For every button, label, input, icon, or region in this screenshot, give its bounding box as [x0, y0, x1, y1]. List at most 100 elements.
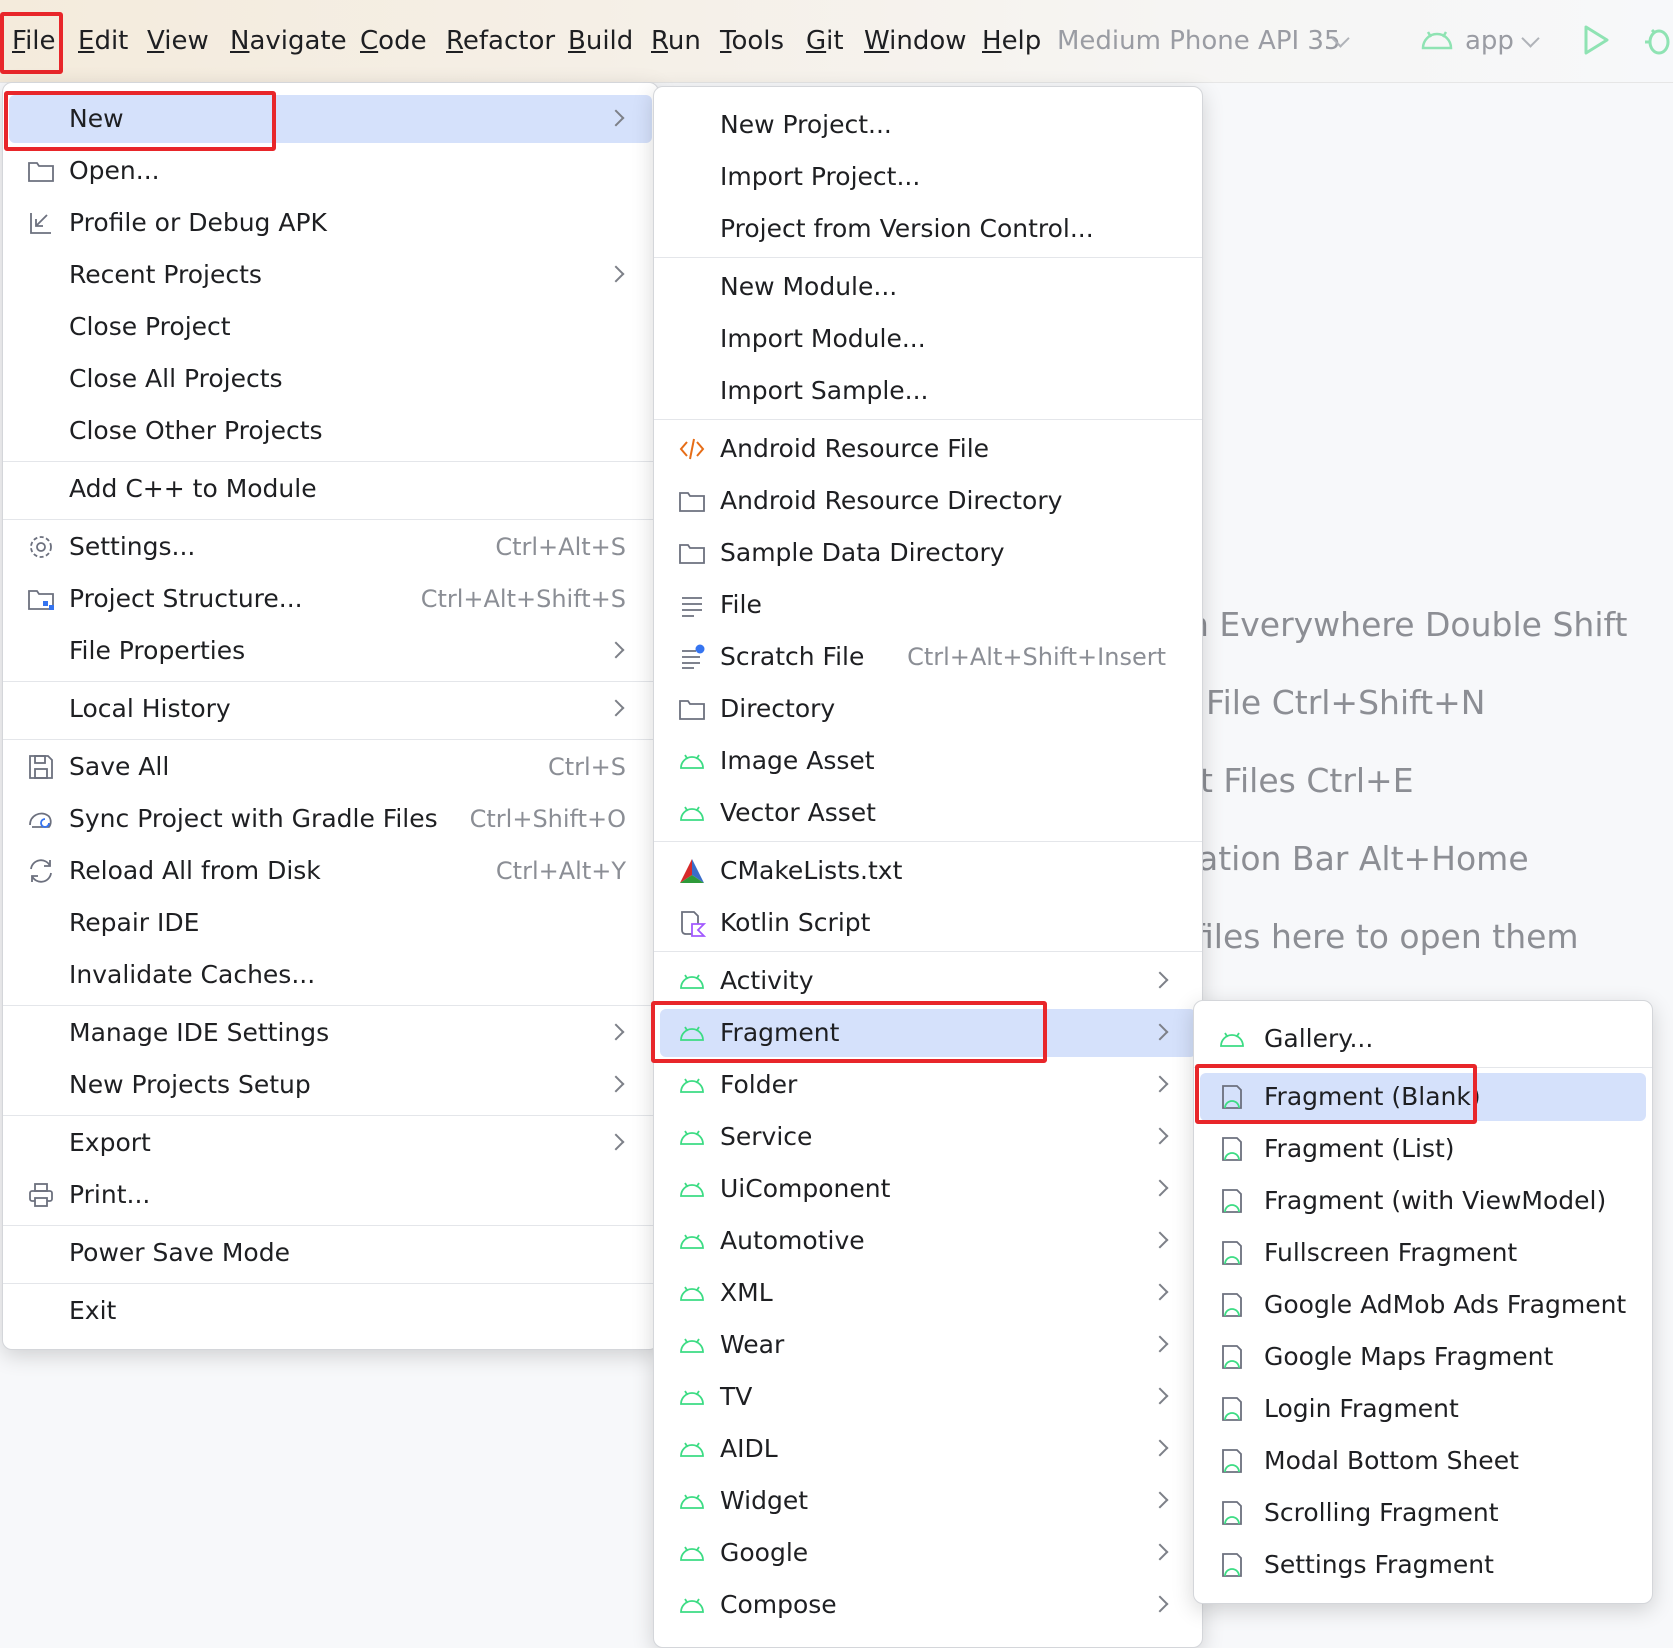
chevron-right-icon: [1151, 971, 1169, 989]
menu-view[interactable]: View: [147, 20, 209, 62]
menu-item-fragment[interactable]: Fragment: [660, 1009, 1196, 1057]
menu-item-scratch-file[interactable]: Scratch File Ctrl+Alt+Shift+Insert: [660, 633, 1196, 681]
menu-item-fragment-viewmodel[interactable]: Fragment (with ViewModel): [1200, 1177, 1646, 1225]
menu-item-open[interactable]: Open...: [9, 147, 652, 195]
menu-edit[interactable]: Edit: [78, 20, 128, 62]
menu-item-invalidate-caches[interactable]: Invalidate Caches...: [9, 951, 652, 999]
menu-item-wear[interactable]: Wear: [660, 1321, 1196, 1369]
menu-item-project-structure[interactable]: Project Structure... Ctrl+Alt+Shift+S: [9, 575, 652, 623]
android-icon: [680, 1494, 704, 1509]
menu-item-label: Local History: [69, 694, 231, 723]
menu-item-recent-projects[interactable]: Recent Projects: [9, 251, 652, 299]
menu-item-import-sample[interactable]: Import Sample...: [660, 367, 1196, 415]
menu-navigate[interactable]: Navigate: [230, 20, 347, 62]
menu-item-import-project[interactable]: Import Project...: [660, 153, 1196, 201]
menu-tools[interactable]: Tools: [720, 20, 784, 62]
menu-item-label: Import Sample...: [720, 376, 929, 405]
menu-item-vector-asset[interactable]: Vector Asset: [660, 789, 1196, 837]
menu-item-sample-data-directory[interactable]: Sample Data Directory: [660, 529, 1196, 577]
chevron-right-icon: [607, 1133, 625, 1151]
menu-item-aidl[interactable]: AIDL: [660, 1425, 1196, 1473]
menu-item-google[interactable]: Google: [660, 1529, 1196, 1577]
menu-item-android-resource-file[interactable]: Android Resource File: [660, 425, 1196, 473]
menu-item-tv[interactable]: TV: [660, 1373, 1196, 1421]
menu-item-android-resource-directory[interactable]: Android Resource Directory: [660, 477, 1196, 525]
menu-file[interactable]: File: [12, 20, 56, 62]
menu-item-label: Modal Bottom Sheet: [1264, 1446, 1519, 1475]
menu-item-profile-apk[interactable]: Profile or Debug APK: [9, 199, 652, 247]
menu-item-new[interactable]: New: [9, 95, 652, 143]
menu-item-close-all-projects[interactable]: Close All Projects: [9, 355, 652, 403]
menu-item-fullscreen-fragment[interactable]: Fullscreen Fragment: [1200, 1229, 1646, 1277]
menu-help[interactable]: Help: [982, 20, 1041, 62]
separator: [3, 1283, 658, 1284]
menu-item-scrolling-fragment[interactable]: Scrolling Fragment: [1200, 1489, 1646, 1537]
menu-item-activity[interactable]: Activity: [660, 957, 1196, 1005]
menu-item-new-projects-setup[interactable]: New Projects Setup: [9, 1061, 652, 1109]
menu-item-settings[interactable]: Settings... Ctrl+Alt+S: [9, 523, 652, 571]
menu-item-save-all[interactable]: Save All Ctrl+S: [9, 743, 652, 791]
menu-refactor[interactable]: Refactor: [446, 20, 555, 62]
menu-item-local-history[interactable]: Local History: [9, 685, 652, 733]
menu-item-label: Close Project: [69, 312, 231, 341]
save-icon: [29, 755, 53, 779]
android-icon: [1220, 1032, 1244, 1047]
menu-item-uicomponent[interactable]: UiComponent: [660, 1165, 1196, 1213]
menu-item-directory[interactable]: Directory: [660, 685, 1196, 733]
menu-item-gallery[interactable]: Gallery...: [1200, 1015, 1646, 1063]
run-config-selector[interactable]: app: [1465, 20, 1514, 62]
device-selector[interactable]: Medium Phone API 35: [1057, 20, 1341, 62]
menu-git[interactable]: Git: [806, 20, 844, 62]
android-icon: [680, 1078, 704, 1093]
menu-item-exit[interactable]: Exit: [9, 1287, 652, 1335]
menu-item-folder[interactable]: Folder: [660, 1061, 1196, 1109]
menu-item-new-module[interactable]: New Module...: [660, 263, 1196, 311]
debug-icon[interactable]: [1643, 24, 1673, 56]
menu-item-reload-disk[interactable]: Reload All from Disk Ctrl+Alt+Y: [9, 847, 652, 895]
fragment-template-icon: [1222, 1189, 1242, 1213]
menu-item-repair-ide[interactable]: Repair IDE: [9, 899, 652, 947]
menu-item-fragment-blank[interactable]: Fragment (Blank): [1200, 1073, 1646, 1121]
menu-item-manage-ide-settings[interactable]: Manage IDE Settings: [9, 1009, 652, 1057]
menu-item-import-module[interactable]: Import Module...: [660, 315, 1196, 363]
menu-item-service[interactable]: Service: [660, 1113, 1196, 1161]
menu-item-sync-gradle[interactable]: Sync Project with Gradle Files Ctrl+Shif…: [9, 795, 652, 843]
menu-item-kotlin-script[interactable]: Kotlin Script: [660, 899, 1196, 947]
separator: [3, 1005, 658, 1006]
menu-item-automotive[interactable]: Automotive: [660, 1217, 1196, 1265]
menu-item-power-save[interactable]: Power Save Mode: [9, 1229, 652, 1277]
android-icon: [680, 1234, 704, 1249]
shortcut-text: Ctrl+Alt+S: [495, 533, 626, 561]
menu-item-login-fragment[interactable]: Login Fragment: [1200, 1385, 1646, 1433]
menu-item-new-project[interactable]: New Project...: [660, 101, 1196, 149]
menu-item-print[interactable]: Print...: [9, 1171, 652, 1219]
menu-item-file-properties[interactable]: File Properties: [9, 627, 652, 675]
separator: [654, 951, 1202, 952]
menu-window[interactable]: Window: [864, 20, 967, 62]
menu-item-compose[interactable]: Compose: [660, 1581, 1196, 1629]
menu-code[interactable]: Code: [360, 20, 427, 62]
menu-item-modal-bottom-sheet[interactable]: Modal Bottom Sheet: [1200, 1437, 1646, 1485]
chevron-right-icon: [1151, 1595, 1169, 1613]
menu-item-widget[interactable]: Widget: [660, 1477, 1196, 1525]
run-icon[interactable]: [1582, 24, 1610, 56]
menu-build[interactable]: Build: [568, 20, 633, 62]
menu-item-maps-fragment[interactable]: Google Maps Fragment: [1200, 1333, 1646, 1381]
menu-item-label: Print...: [69, 1180, 151, 1209]
menu-run[interactable]: Run: [651, 20, 701, 62]
menu-item-file[interactable]: File: [660, 581, 1196, 629]
menu-item-image-asset[interactable]: Image Asset: [660, 737, 1196, 785]
menu-item-add-cpp[interactable]: Add C++ to Module: [9, 465, 652, 513]
menu-item-close-project[interactable]: Close Project: [9, 303, 652, 351]
menu-item-project-from-vcs[interactable]: Project from Version Control...: [660, 205, 1196, 253]
menu-item-close-other-projects[interactable]: Close Other Projects: [9, 407, 652, 455]
menu-item-settings-fragment[interactable]: Settings Fragment: [1200, 1541, 1646, 1589]
menu-item-cmakelists[interactable]: CMakeLists.txt: [660, 847, 1196, 895]
menu-item-label: Login Fragment: [1264, 1394, 1459, 1423]
menu-item-label: Activity: [720, 966, 814, 995]
folder-icon: [679, 700, 705, 720]
menu-item-fragment-list[interactable]: Fragment (List): [1200, 1125, 1646, 1173]
menu-item-xml[interactable]: XML: [660, 1269, 1196, 1317]
menu-item-export[interactable]: Export: [9, 1119, 652, 1167]
menu-item-admob-fragment[interactable]: Google AdMob Ads Fragment: [1200, 1281, 1646, 1329]
